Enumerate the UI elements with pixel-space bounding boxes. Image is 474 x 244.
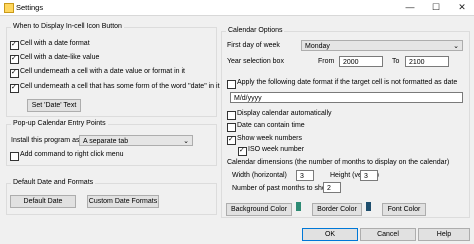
chevron-down-icon: ⌄ [453, 43, 459, 50]
ok-button[interactable]: OK [302, 228, 358, 241]
width-label: Width (horizontal) [232, 172, 287, 179]
icon-button-group-title: When to Display In-cell Icon Button [11, 23, 124, 30]
checkbox-under-date-cell[interactable] [10, 68, 19, 78]
to-label: To [392, 58, 400, 65]
settings-app-icon [4, 3, 14, 13]
checkbox-apply-format[interactable] [227, 80, 236, 89]
label-iso-week: ISO week number [248, 146, 305, 153]
checkbox-date-time[interactable] [227, 123, 236, 132]
from-label: From [318, 58, 335, 65]
width-input[interactable]: 3 [296, 170, 314, 181]
chevron-down-icon: ⌄ [183, 138, 189, 145]
background-color-button[interactable]: Background Color [226, 203, 292, 216]
window-title: Settings [16, 3, 44, 12]
label-add-command: Add command to right click menu [20, 151, 124, 158]
label-display-auto: Display calendar automatically [237, 110, 332, 117]
maximize-button[interactable]: ☐ [424, 0, 448, 15]
close-window-button[interactable]: ✕ [450, 0, 474, 15]
help-button[interactable]: Help [418, 228, 470, 241]
dimensions-label: Calendar dimensions (the number of month… [227, 159, 450, 166]
checkbox-under-date-word[interactable] [10, 83, 19, 93]
label-date-format: Cell with a date format [20, 40, 90, 47]
title-bar: Settings — ☐ ✕ [0, 0, 474, 16]
install-as-dropdown[interactable]: A separate tab ⌄ [79, 135, 193, 146]
height-input[interactable]: 3 [360, 170, 378, 181]
year-to-input[interactable]: 2100 [405, 56, 449, 67]
date-format-input[interactable]: M/d/yyyy [230, 92, 463, 103]
first-day-label: First day of week [227, 42, 280, 49]
checkbox-display-auto[interactable] [227, 111, 236, 120]
set-date-text-button[interactable]: Set 'Date' Text [27, 99, 81, 112]
label-date-like-value: Cell with a date-like value [20, 54, 100, 61]
custom-date-formats-button[interactable]: Custom Date Formats [87, 195, 159, 208]
minimize-button[interactable]: — [398, 0, 422, 15]
label-under-date-cell: Cell underneath a cell with a date value… [20, 68, 185, 75]
past-months-label: Number of past months to show [232, 185, 331, 192]
first-day-dropdown[interactable]: Monday ⌄ [301, 40, 463, 51]
label-apply-format: Apply the following date format if the t… [237, 79, 458, 86]
font-color-button[interactable]: Font Color [382, 203, 426, 216]
border-color-swatch [366, 202, 371, 211]
label-week-numbers: Show week numbers [237, 135, 302, 142]
past-months-input[interactable]: 2 [323, 182, 341, 193]
background-color-swatch [296, 202, 301, 211]
popup-group-title: Pop-up Calendar Entry Points [11, 120, 108, 127]
checkbox-add-command[interactable] [10, 152, 19, 161]
label-date-time: Date can contain time [237, 122, 305, 129]
checkbox-date-format[interactable] [10, 40, 19, 50]
checkbox-iso-week[interactable] [238, 146, 247, 156]
year-box-label: Year selection box [227, 58, 284, 65]
install-label: Install this program as [11, 137, 80, 144]
default-group-title: Default Date and Formats [11, 179, 96, 186]
label-under-date-word: Cell underneath a cell that has some for… [20, 83, 220, 90]
border-color-button[interactable]: Border Color [312, 203, 362, 216]
calendar-options-title: Calendar Options [226, 27, 285, 34]
cancel-button[interactable]: Cancel [360, 228, 416, 241]
checkbox-date-like-value[interactable] [10, 54, 19, 64]
year-from-input[interactable]: 2000 [339, 56, 383, 67]
first-day-value: Monday [305, 43, 330, 50]
default-date-button[interactable]: Default Date [10, 195, 76, 208]
checkbox-week-numbers[interactable] [227, 135, 236, 145]
install-as-value: A separate tab [83, 138, 129, 145]
